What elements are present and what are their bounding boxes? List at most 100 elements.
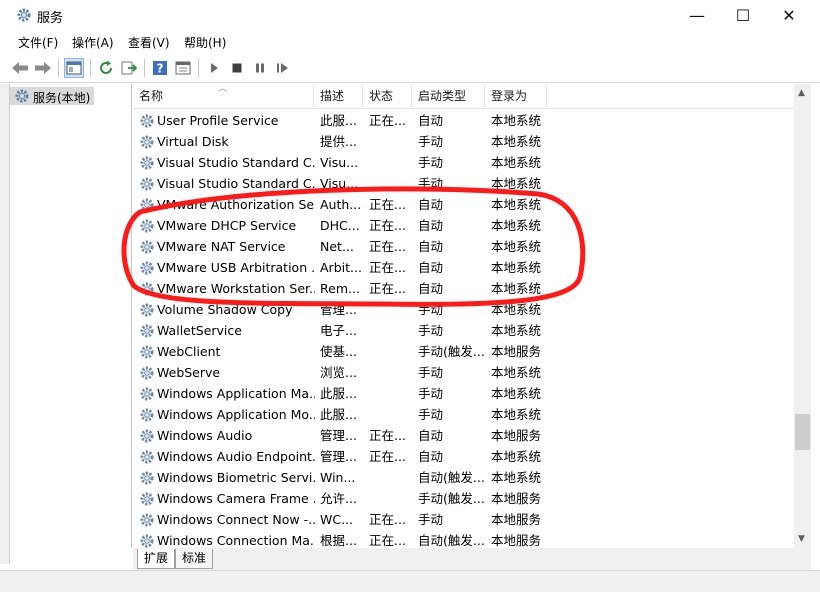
- service-gear-icon: [139, 533, 155, 548]
- view-tabs: 扩展 标准: [133, 548, 811, 570]
- service-status: [369, 488, 415, 509]
- forward-arrow-icon[interactable]: [33, 58, 53, 78]
- service-row[interactable]: Windows Biometric Servi... Win... 自动(触发...…: [133, 467, 548, 488]
- service-status: [369, 299, 415, 320]
- tree-item-services-local[interactable]: 服务(本地): [10, 87, 94, 105]
- service-gear-icon: [139, 113, 155, 129]
- service-startup-type: 自动: [418, 197, 444, 212]
- service-name: VMware NAT Service: [157, 239, 286, 254]
- service-name: Windows Connect Now -...: [157, 512, 315, 527]
- service-row[interactable]: Visual Studio Standard C... Visu... 手动 本地系统: [133, 173, 548, 194]
- back-arrow-icon[interactable]: [10, 58, 30, 78]
- service-startup-type: 自动: [418, 113, 444, 128]
- service-name: Visual Studio Standard C...: [157, 155, 315, 170]
- service-row[interactable]: Windows Connection Ma... 根据... 正在... 自动(触发.…: [133, 530, 548, 548]
- service-gear-icon: [139, 449, 155, 465]
- service-name: VMware Authorization Se...: [157, 197, 315, 212]
- status-bar: [0, 570, 820, 593]
- service-row[interactable]: VMware DHCP Service DHC... 正在... 自动 本地系统: [133, 215, 548, 236]
- service-startup-type: 手动: [418, 386, 444, 401]
- column-status[interactable]: 状态: [363, 84, 412, 108]
- service-description: 电子...: [320, 323, 357, 338]
- service-status: 正在...: [369, 113, 406, 128]
- service-row[interactable]: VMware Authorization Se... Auth... 正在... 自动…: [133, 194, 548, 215]
- start-service-icon[interactable]: [204, 58, 224, 78]
- minimize-button[interactable]: —: [674, 0, 720, 31]
- service-row[interactable]: Volume Shadow Copy 管理... 手动 本地系统: [133, 299, 548, 320]
- service-startup-type: 手动: [418, 365, 444, 380]
- service-startup-type: 自动(触发...: [418, 470, 485, 485]
- menu-action[interactable]: 操作(A): [72, 34, 114, 51]
- service-row[interactable]: VMware USB Arbitration ... Arbit... 正在... 自…: [133, 257, 548, 278]
- pause-service-icon[interactable]: [250, 58, 270, 78]
- service-gear-icon: [139, 281, 155, 297]
- service-row[interactable]: WebClient 使基... 手动(触发... 本地服务: [133, 341, 548, 362]
- service-startup-type: 手动: [418, 155, 444, 170]
- console-tree-icon[interactable]: [64, 58, 84, 78]
- service-logon-as: 本地系统: [491, 281, 542, 296]
- service-name: Windows Application Mo...: [157, 407, 315, 422]
- scrollbar-thumb[interactable]: [795, 414, 810, 450]
- service-gear-icon: [139, 155, 155, 171]
- resume-service-icon[interactable]: [273, 58, 293, 78]
- service-description: 管理...: [320, 302, 357, 317]
- service-gear-icon: [139, 407, 155, 423]
- column-startup-type[interactable]: 启动类型: [412, 84, 485, 108]
- service-gear-icon: [139, 197, 155, 213]
- service-name: Virtual Disk: [157, 134, 229, 149]
- sort-ascending-icon: ︿: [218, 84, 228, 94]
- service-status: [369, 152, 415, 173]
- export-icon[interactable]: [119, 58, 139, 78]
- service-startup-type: 手动: [418, 512, 444, 527]
- service-row[interactable]: Windows Audio Endpoint... 管理... 正在... 自动 本地系…: [133, 446, 548, 467]
- service-startup-type: 自动: [418, 449, 444, 464]
- menu-help[interactable]: 帮助(H): [184, 34, 226, 51]
- vertical-scrollbar[interactable]: ▲ ▼: [794, 84, 811, 548]
- scroll-up-icon[interactable]: ▲: [798, 88, 805, 98]
- service-row[interactable]: VMware NAT Service Net... 正在... 自动 本地系统: [133, 236, 548, 257]
- properties-icon[interactable]: [173, 58, 193, 78]
- toolbar: ?: [0, 54, 820, 83]
- service-row[interactable]: Virtual Disk 提供... 手动 本地系统: [133, 131, 548, 152]
- service-row[interactable]: WebServe 浏览... 手动 本地系统: [133, 362, 548, 383]
- service-description: 允许...: [320, 491, 357, 506]
- column-logon-as[interactable]: 登录为: [485, 84, 547, 108]
- tab-standard[interactable]: 标准: [175, 549, 214, 569]
- service-status: 正在...: [369, 533, 406, 548]
- service-description: Visu...: [320, 155, 359, 170]
- services-gear-icon: [15, 89, 29, 103]
- tab-extended[interactable]: 扩展: [137, 549, 176, 569]
- service-row[interactable]: WalletService 电子... 手动 本地系统: [133, 320, 548, 341]
- refresh-icon[interactable]: [96, 58, 116, 78]
- service-row[interactable]: Windows Connect Now -... WC... 正在... 手动 本地服务: [133, 509, 548, 530]
- service-status: 正在...: [369, 428, 406, 443]
- service-name: Volume Shadow Copy: [157, 302, 293, 317]
- service-description: 此服...: [320, 386, 357, 401]
- service-status: [369, 131, 415, 152]
- service-startup-type: 自动: [418, 260, 444, 275]
- service-name: WalletService: [157, 323, 242, 338]
- menu-view[interactable]: 查看(V): [128, 34, 170, 51]
- service-description: DHC...: [320, 218, 360, 233]
- stop-service-icon[interactable]: [227, 58, 247, 78]
- service-row[interactable]: Visual Studio Standard C... Visu... 手动 本地系统: [133, 152, 548, 173]
- service-row[interactable]: Windows Application Mo... 此服... 手动 本地系统: [133, 404, 548, 425]
- column-description[interactable]: 描述: [314, 84, 363, 108]
- maximize-button[interactable]: ☐: [720, 0, 766, 31]
- service-status: 正在...: [369, 449, 406, 464]
- service-row[interactable]: Windows Audio 管理... 正在... 自动 本地服务: [133, 425, 548, 446]
- service-description: WC...: [320, 512, 354, 527]
- service-row[interactable]: User Profile Service 此服... 正在... 自动 本地系统: [133, 110, 548, 131]
- service-row[interactable]: Windows Application Ma... 此服... 手动 本地系统: [133, 383, 548, 404]
- service-logon-as: 本地服务: [491, 533, 542, 548]
- close-button[interactable]: ✕: [766, 0, 812, 31]
- help-icon[interactable]: ?: [150, 58, 170, 78]
- menu-file[interactable]: 文件(F): [18, 34, 58, 51]
- service-row[interactable]: VMware Workstation Ser... Rem... 正在... 自动 本地…: [133, 278, 548, 299]
- service-gear-icon: [139, 302, 155, 318]
- service-status: 正在...: [369, 239, 406, 254]
- service-gear-icon: [139, 365, 155, 381]
- service-row[interactable]: Windows Camera Frame ... 允许... 手动(触发... 本地服…: [133, 488, 548, 509]
- scroll-down-icon[interactable]: ▼: [798, 534, 805, 544]
- service-description: 提供...: [320, 134, 357, 149]
